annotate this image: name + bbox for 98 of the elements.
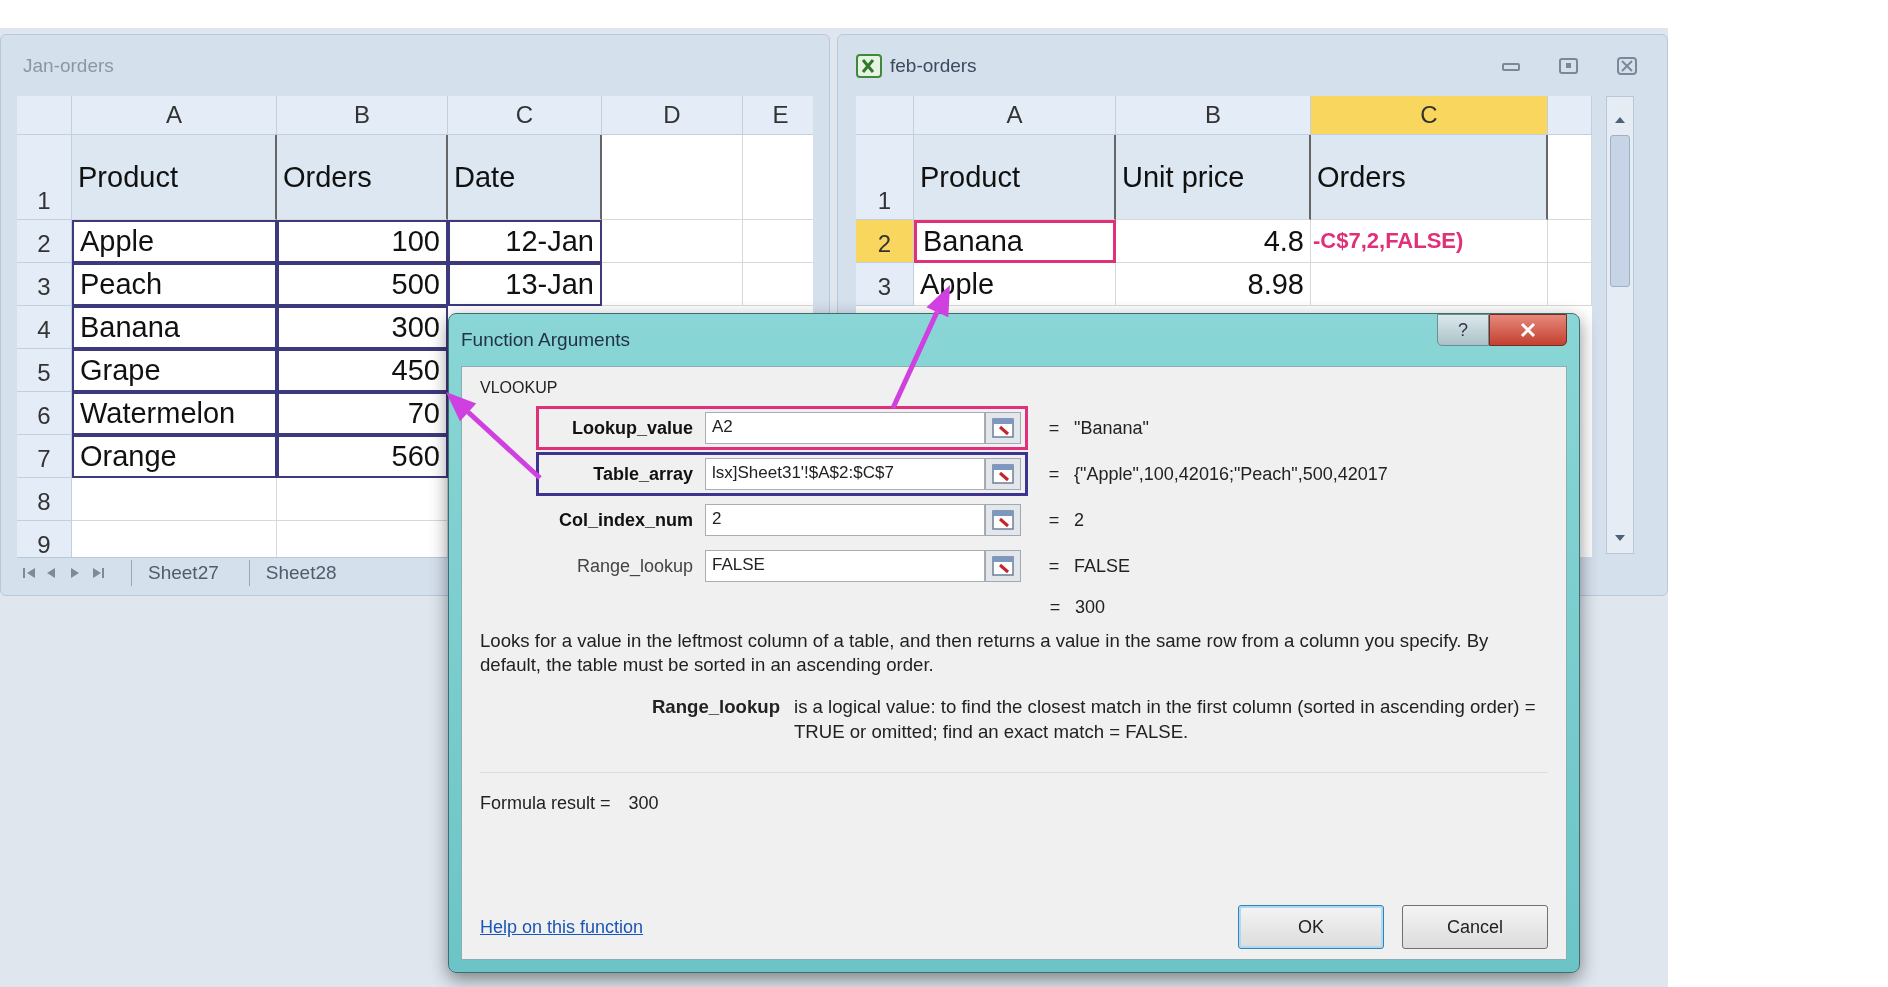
column-header[interactable]: B <box>1116 96 1311 135</box>
row-header[interactable]: 3 <box>856 263 914 306</box>
column-header[interactable]: A <box>914 96 1116 135</box>
table-cell: Watermelon <box>72 392 277 435</box>
table-cell: Orders <box>277 135 448 220</box>
table-cell: Grape <box>72 349 277 392</box>
table-cell: 4.8 <box>1116 220 1311 263</box>
table-cell: 450 <box>277 349 448 392</box>
dialog-title: Function Arguments <box>461 329 630 351</box>
collapse-dialog-button[interactable] <box>985 504 1021 536</box>
row-header[interactable]: 2 <box>856 220 914 263</box>
table-cell: Peach <box>72 263 277 306</box>
argument-label: Table_array <box>592 463 694 485</box>
table-cell: Product <box>914 135 1116 220</box>
argument-label: Col_index_num <box>557 509 694 531</box>
collapse-dialog-button[interactable] <box>985 412 1021 444</box>
last-sheet-button[interactable] <box>93 568 104 578</box>
table-cell: 100 <box>277 220 448 263</box>
restore-button[interactable] <box>1557 55 1581 76</box>
row-header[interactable]: 6 <box>17 392 72 435</box>
table-cell: 12-Jan <box>448 220 602 263</box>
range-select-icon <box>991 509 1015 531</box>
table-cell: 500 <box>277 263 448 306</box>
table-cell: 13-Jan <box>448 263 602 306</box>
argument-label: Lookup_value <box>570 417 694 439</box>
table-cell: 8.98 <box>1116 263 1311 306</box>
scrollbar-thumb[interactable] <box>1610 135 1630 287</box>
argument-label: Range_lookup <box>575 555 694 577</box>
row-header[interactable]: 9 <box>17 521 72 557</box>
equals-sign: = <box>1047 555 1061 577</box>
range-select-icon <box>991 555 1015 577</box>
column-header[interactable]: A <box>72 96 277 135</box>
close-icon[interactable] <box>1615 55 1639 76</box>
empty-cell <box>1548 263 1592 306</box>
close-icon <box>1518 322 1538 338</box>
equals-sign: = <box>1047 509 1061 531</box>
collapse-dialog-button[interactable] <box>985 458 1021 490</box>
argument-result: FALSE <box>1074 555 1131 577</box>
parameter-description: is a logical value: to find the closest match in the first column (sorted in ascending order) = TRUE or omitted; find an exact match = FALSE. <box>794 695 1537 744</box>
row-header[interactable]: 1 <box>856 135 914 220</box>
table-cell: Orange <box>72 435 277 478</box>
argument-field[interactable]: lsx]Sheet31'!$A$2:$C$7 <box>705 458 985 490</box>
table-cell: Banana <box>914 220 1116 263</box>
equals-sign: = <box>1048 596 1062 618</box>
row-header[interactable]: 5 <box>17 349 72 392</box>
argument-result: 2 <box>1074 509 1084 531</box>
argument-field[interactable]: 2 <box>705 504 985 536</box>
table-cell: Banana <box>72 306 277 349</box>
range-select-icon <box>991 463 1015 485</box>
sheet-tab[interactable]: Sheet27 <box>131 560 235 586</box>
parameter-name: Range_lookup <box>650 695 780 720</box>
table-cell: 560 <box>277 435 448 478</box>
collapse-dialog-button[interactable] <box>985 550 1021 582</box>
function-result: 300 <box>1075 596 1106 618</box>
column-header[interactable]: D <box>602 96 743 135</box>
previous-sheet-button[interactable] <box>47 568 55 578</box>
argument-field[interactable]: FALSE <box>705 550 985 582</box>
row-header[interactable]: 4 <box>17 306 72 349</box>
ok-button[interactable]: OK <box>1238 905 1384 949</box>
column-header[interactable]: C <box>448 96 602 135</box>
row-header[interactable]: 1 <box>17 135 72 220</box>
row-header[interactable]: 3 <box>17 263 72 306</box>
row-header[interactable]: 7 <box>17 435 72 478</box>
window-title: feb-orders <box>890 54 977 77</box>
help-button[interactable]: ? <box>1437 314 1489 346</box>
row-header[interactable]: 8 <box>17 478 72 521</box>
table-cell: Orders <box>1311 135 1548 220</box>
sheet-tab[interactable]: Sheet28 <box>248 560 353 586</box>
formula-result-value: 300 <box>628 792 659 814</box>
window-title: Jan-orders <box>22 54 114 77</box>
row-header[interactable]: 2 <box>17 220 72 263</box>
close-button[interactable] <box>1489 314 1567 346</box>
table-cell: Date <box>448 135 602 220</box>
function-description: Looks for a value in the leftmost column of a table, and then returns a value in the same row from a column you specify. By default, the table must be sorted in an ascending order. <box>480 629 1490 678</box>
argument-field[interactable]: A2 <box>705 412 985 444</box>
column-header[interactable]: B <box>277 96 448 135</box>
argument-result: "Banana" <box>1074 417 1149 439</box>
cancel-button[interactable]: Cancel <box>1402 905 1548 949</box>
vertical-scrollbar[interactable] <box>1606 96 1634 554</box>
table-cell: Unit price <box>1116 135 1311 220</box>
table-cell: Product <box>72 135 277 220</box>
spreadsheet-icon <box>856 53 882 78</box>
argument-result: {"Apple",100,42016;"Peach",500,42017 <box>1074 463 1388 485</box>
empty-cell <box>1548 220 1592 263</box>
equals-sign: = <box>1047 417 1061 439</box>
table-cell: 70 <box>277 392 448 435</box>
first-sheet-button[interactable] <box>23 568 35 578</box>
function-name: VLOOKUP <box>480 379 559 397</box>
column-header[interactable]: C <box>1311 96 1548 135</box>
table-cell: Apple <box>72 220 277 263</box>
column-header[interactable]: E <box>743 96 813 135</box>
next-sheet-button[interactable] <box>71 568 79 578</box>
help-link[interactable]: Help on this function <box>480 916 644 938</box>
table-cell[interactable]: -C$7,2,FALSE) <box>1311 220 1548 263</box>
formula-result-label: Formula result = <box>480 792 611 814</box>
equals-sign: = <box>1047 463 1061 485</box>
range-select-icon <box>991 417 1015 439</box>
table-cell: 300 <box>277 306 448 349</box>
